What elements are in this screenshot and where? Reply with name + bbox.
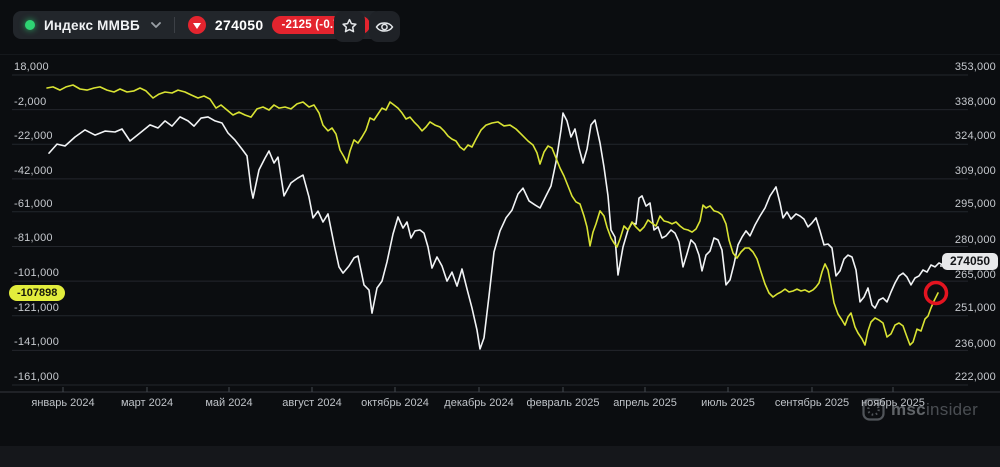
- highlight-circle-annotation: [923, 280, 949, 306]
- chart-canvas[interactable]: [0, 0, 1000, 413]
- chart-panel: mscinsider 18,000 -2,000 -22,000 -42,000 -61…: [0, 54, 1000, 467]
- series-yellow: [46, 84, 939, 346]
- x-axis-strip: [0, 446, 1000, 467]
- toolbar: Индекс ММВБ 274050 -2125 (-0.77%): [0, 0, 1000, 55]
- symbol-name: Индекс ММВБ: [44, 17, 140, 33]
- eye-icon: [375, 21, 394, 32]
- star-icon: [342, 18, 357, 33]
- status-dot-icon: [25, 20, 35, 30]
- series-white: [48, 112, 951, 350]
- chevron-down-icon: [151, 22, 161, 28]
- favorite-button[interactable]: [334, 11, 365, 42]
- triangle-down-icon: [187, 16, 206, 34]
- watch-button[interactable]: [369, 11, 400, 42]
- last-price: 274050: [214, 17, 264, 33]
- symbol-selector[interactable]: Индекс ММВБ 274050 -2125 (-0.77%): [13, 11, 382, 39]
- divider: [173, 17, 175, 33]
